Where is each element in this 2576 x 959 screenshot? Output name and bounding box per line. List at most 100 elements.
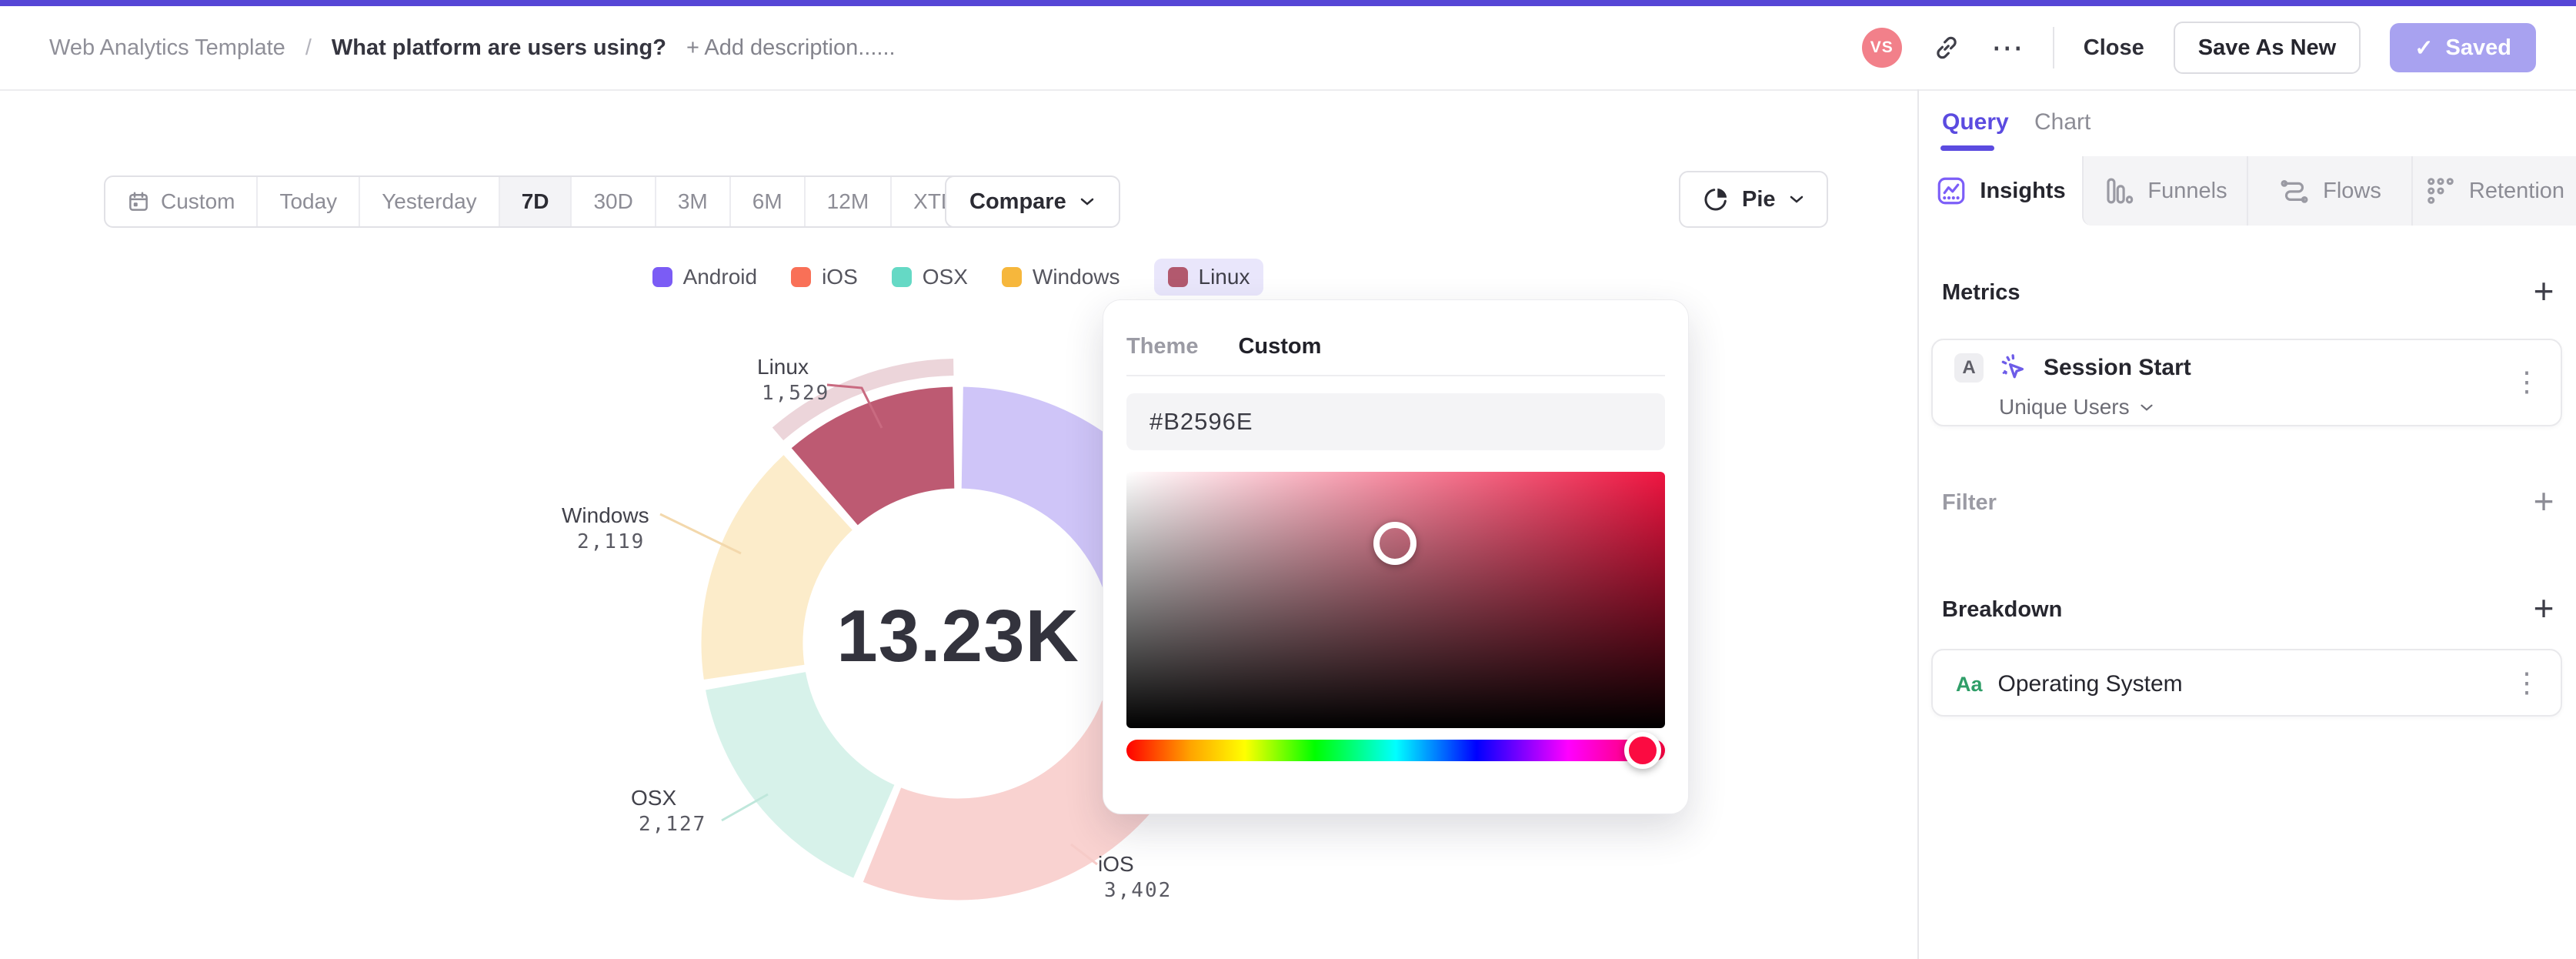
add-description-button[interactable]: + Add description......: [686, 35, 896, 61]
metric-card[interactable]: A Session Start ⋮ Unique Users: [1931, 339, 2562, 426]
tab-theme[interactable]: Theme: [1126, 334, 1198, 359]
legend-label: Android: [682, 265, 758, 289]
aggregation-dropdown[interactable]: Unique Users: [1999, 395, 2154, 419]
legend-label: Windows: [1032, 265, 1120, 289]
saved-button[interactable]: ✓ Saved: [2390, 23, 2536, 72]
more-options-button[interactable]: ⋯: [1991, 32, 2024, 64]
tab-retention[interactable]: Retention: [2411, 156, 2576, 226]
page-title[interactable]: What platform are users using?: [332, 35, 666, 61]
active-tab-underline: [1940, 145, 1994, 151]
range-label: 3M: [677, 189, 708, 213]
legend-label: Linux: [1198, 265, 1250, 289]
range-30d[interactable]: 30D: [572, 177, 656, 226]
share-link-icon[interactable]: [1931, 32, 1962, 63]
donut-slice-osx[interactable]: [702, 669, 897, 881]
aggregation-label: Unique Users: [1999, 395, 2130, 419]
add-filter-button[interactable]: +: [2527, 483, 2561, 519]
range-today[interactable]: Today: [258, 177, 361, 226]
range-6m[interactable]: 6M: [731, 177, 806, 226]
slice-value: 2,119: [577, 530, 646, 553]
range-label: Custom: [161, 189, 235, 213]
chart-legend: Android iOS OSX Windows Linux: [0, 259, 1916, 296]
donut-slice-linux[interactable]: [789, 384, 957, 528]
view-tab-label: Insights: [1980, 178, 2066, 203]
view-tab-label: Funnels: [2147, 178, 2227, 203]
breakdown-kebab-menu[interactable]: ⋮: [2513, 669, 2541, 697]
range-label: 12M: [826, 189, 869, 213]
range-7d[interactable]: 7D: [499, 177, 572, 226]
retention-icon: [2428, 178, 2454, 204]
legend-swatch-android: [652, 267, 672, 287]
slice-name: Windows: [562, 503, 649, 527]
flows-icon: [2281, 180, 2308, 203]
tab-custom[interactable]: Custom: [1238, 334, 1321, 359]
legend-item-osx[interactable]: OSX: [891, 265, 968, 289]
chart-type-button[interactable]: Pie: [1679, 171, 1828, 228]
range-label: Today: [279, 189, 338, 213]
date-range-selector: Custom Today Yesterday 7D 30D 3M 6M 12M …: [104, 175, 1006, 228]
metric-kebab-menu[interactable]: ⋮: [2513, 368, 2541, 396]
saturation-value-area[interactable]: [1126, 472, 1665, 728]
tab-insights[interactable]: Insights: [1919, 156, 2082, 226]
range-12m[interactable]: 12M: [806, 177, 893, 226]
check-icon: ✓: [2414, 35, 2434, 61]
chevron-down-icon: [1790, 195, 1803, 203]
text-property-icon: Aa: [1956, 672, 1983, 696]
compare-button[interactable]: Compare: [945, 175, 1120, 228]
metrics-heading: Metrics: [1942, 280, 2020, 305]
slice-label-windows: Windows 2,119: [562, 503, 649, 555]
header-divider: [2052, 27, 2054, 68]
breakdown-heading: Breakdown: [1942, 597, 2063, 622]
legend-item-ios[interactable]: iOS: [791, 265, 858, 289]
legend-item-windows[interactable]: Windows: [1001, 265, 1120, 289]
metric-label: Session Start: [2044, 355, 2191, 380]
slice-label-osx: OSX 2,127: [631, 785, 706, 837]
hue-slider[interactable]: [1126, 732, 1665, 769]
slice-label-linux: Linux 1,529: [757, 354, 829, 406]
top-accent-bar: [0, 0, 2576, 6]
slice-value: 3,402: [1104, 879, 1173, 902]
range-3m[interactable]: 3M: [656, 177, 731, 226]
saturation-handle[interactable]: [1373, 522, 1416, 566]
avatar[interactable]: VS: [1861, 28, 1902, 68]
breakdown-label: Operating System: [1997, 671, 2183, 697]
legend-swatch-linux: [1167, 267, 1188, 287]
legend-item-android[interactable]: Android: [652, 265, 758, 289]
breakdown-card[interactable]: Aa Operating System ⋮: [1931, 649, 2562, 717]
tab-query[interactable]: Query: [1942, 109, 2009, 135]
range-yesterday[interactable]: Yesterday: [360, 177, 500, 226]
slice-label-ios: iOS 3,402: [1098, 851, 1172, 904]
range-custom[interactable]: Custom: [105, 177, 259, 226]
tab-flows[interactable]: Flows: [2247, 156, 2411, 226]
range-label: 6M: [752, 189, 782, 213]
add-metric-button[interactable]: +: [2527, 273, 2561, 309]
picker-tabs: Theme Custom: [1126, 334, 1321, 359]
chevron-down-icon: [2141, 404, 2153, 411]
app-window: Web Analytics Template / What platform a…: [0, 0, 2576, 959]
slice-value: 1,529: [762, 382, 830, 405]
legend-swatch-ios: [791, 267, 812, 287]
close-button[interactable]: Close: [2084, 35, 2144, 61]
add-breakdown-button[interactable]: +: [2527, 590, 2561, 626]
legend-item-linux[interactable]: Linux: [1153, 259, 1264, 296]
insights-icon: [1938, 177, 1965, 205]
hex-color-input[interactable]: #B2596E: [1126, 393, 1665, 450]
color-picker-popup: Theme Custom #B2596E: [1103, 299, 1689, 814]
tab-funnels[interactable]: Funnels: [2082, 156, 2247, 226]
metric-row: A Session Start: [1954, 352, 2191, 384]
event-sparkle-cursor-icon: [2001, 354, 2024, 379]
legend-label: OSX: [922, 265, 968, 289]
slice-name: iOS: [1098, 852, 1134, 876]
compare-label: Compare: [969, 189, 1066, 214]
breadcrumb: Web Analytics Template / What platform a…: [49, 6, 896, 89]
view-tab-label: Retention: [2468, 178, 2565, 203]
picker-divider: [1126, 375, 1665, 376]
breadcrumb-separator: /: [305, 35, 312, 60]
breadcrumb-root[interactable]: Web Analytics Template: [49, 35, 285, 61]
header: Web Analytics Template / What platform a…: [0, 6, 2576, 91]
chevron-down-icon: [1080, 198, 1093, 206]
tab-chart[interactable]: Chart: [2034, 109, 2090, 135]
hue-handle[interactable]: [1623, 732, 1661, 769]
range-label: Yesterday: [382, 189, 477, 213]
save-as-new-button[interactable]: Save As New: [2173, 22, 2361, 74]
